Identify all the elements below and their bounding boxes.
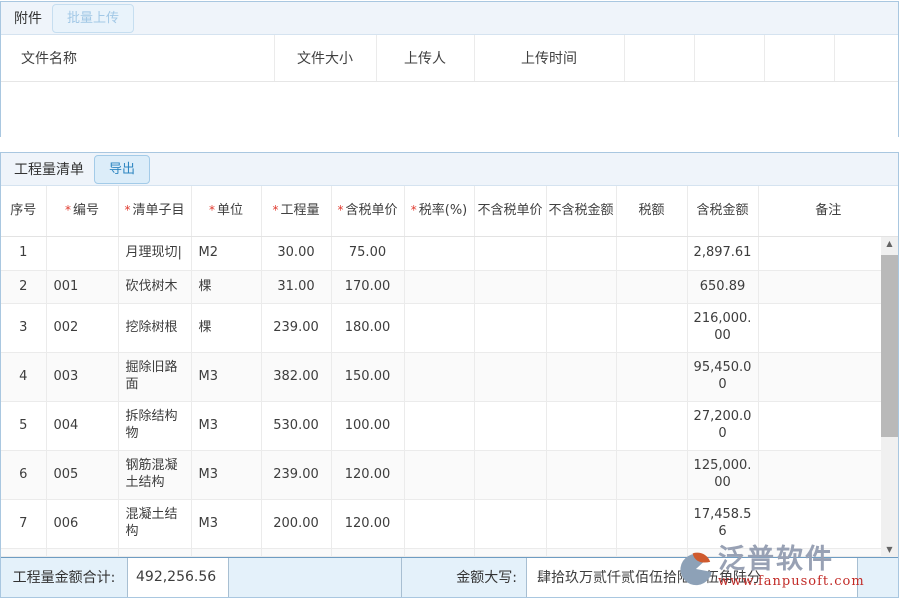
col-seq: 序号 [1, 186, 46, 236]
export-button[interactable]: 导出 [94, 155, 150, 184]
col-empty-4 [834, 35, 898, 81]
table-row[interactable]: 1 月理现切|M2 30.0075.00 2,897.61 [1, 237, 881, 271]
total-amount-value: 492,256.56 [128, 558, 229, 597]
col-uploader: 上传人 [376, 35, 474, 81]
table-row[interactable]: 2001 砍伐树木棵 31.00170.00 650.89 [1, 271, 881, 304]
col-item: *清单子目 [118, 186, 191, 236]
attachments-table: 文件名称 文件大小 上传人 上传时间 [1, 35, 898, 82]
boq-panel: 工程量清单 导出 序号 *编号 *清单子目 *单位 *工程量 *含税单价 *税率… [0, 152, 899, 598]
boq-body: 1 月理现切|M2 30.0075.00 2,897.61 2001 砍伐树木棵… [1, 237, 898, 557]
boq-title: 工程量清单 [14, 159, 84, 179]
footer-spacer [229, 558, 402, 597]
col-qty: *工程量 [261, 186, 331, 236]
col-remark: 备注 [758, 186, 898, 236]
table-row[interactable]: 5004 拆除结构物M3 530.00100.00 27,200.00 [1, 402, 881, 451]
table-row[interactable]: 6005 钢筋混凝土结构M3 239.00120.00 125,000.00 [1, 451, 881, 500]
scrollbar-thumb[interactable] [881, 255, 898, 437]
attachments-title: 附件 [14, 8, 42, 28]
col-amount-no-tax: 不含税金额 [546, 186, 616, 236]
table-row-partial [1, 549, 881, 557]
col-empty-2 [694, 35, 764, 81]
col-price-no-tax: 不含税单价 [474, 186, 546, 236]
col-unit: *单位 [191, 186, 261, 236]
col-tax: 税额 [616, 186, 687, 236]
amount-in-words-label: 金额大写: [402, 558, 527, 597]
required-asterisk: * [209, 203, 215, 217]
col-amount-tax: 含税金额 [687, 186, 758, 236]
attachments-header-row: 文件名称 文件大小 上传人 上传时间 [1, 35, 898, 81]
required-asterisk: * [272, 203, 278, 217]
col-upload-time: 上传时间 [474, 35, 624, 81]
required-asterisk: * [411, 203, 417, 217]
required-asterisk: * [124, 203, 130, 217]
attachments-titlebar: 附件 批量上传 [1, 2, 898, 35]
required-asterisk: * [65, 203, 71, 217]
col-file-name: 文件名称 [1, 35, 274, 81]
col-empty-3 [764, 35, 834, 81]
attachments-empty-body [1, 82, 898, 137]
total-amount-label: 工程量金额合计: [1, 558, 128, 597]
batch-upload-button[interactable]: 批量上传 [52, 4, 134, 33]
col-file-size: 文件大小 [274, 35, 376, 81]
col-empty-1 [624, 35, 694, 81]
col-code: *编号 [46, 186, 118, 236]
page: 附件 批量上传 文件名称 文件大小 上传人 上传时间 工程量清单 [0, 0, 900, 600]
table-row[interactable]: 7006 混凝土结构M3 200.00120.00 17,458.56 [1, 500, 881, 549]
boq-header-row: 序号 *编号 *清单子目 *单位 *工程量 *含税单价 *税率(%) 不含税单价… [1, 186, 898, 236]
vertical-scrollbar[interactable]: ▲ ▼ [881, 237, 898, 557]
footer-spacer [858, 558, 898, 597]
col-price-tax: *含税单价 [331, 186, 404, 236]
boq-header-table: 序号 *编号 *清单子目 *单位 *工程量 *含税单价 *税率(%) 不含税单价… [1, 186, 898, 237]
amount-in-words-value: 肆拾玖万贰仟贰佰伍拾陆元伍角陆分 [527, 558, 858, 597]
boq-footer: 工程量金额合计: 492,256.56 金额大写: 肆拾玖万贰仟贰佰伍拾陆元伍角… [1, 557, 898, 597]
attachments-panel: 附件 批量上传 文件名称 文件大小 上传人 上传时间 [0, 1, 899, 137]
boq-rows-table: 1 月理现切|M2 30.0075.00 2,897.61 2001 砍伐树木棵… [1, 237, 881, 558]
table-row[interactable]: 3002 挖除树根棵 239.00180.00 216,000.00 [1, 304, 881, 353]
scroll-down-icon[interactable]: ▼ [881, 543, 898, 557]
col-tax-rate: *税率(%) [404, 186, 474, 236]
boq-titlebar: 工程量清单 导出 [1, 153, 898, 186]
required-asterisk: * [337, 203, 343, 217]
table-row[interactable]: 4003 掘除旧路面M3 382.00150.00 95,450.00 [1, 353, 881, 402]
scroll-up-icon[interactable]: ▲ [881, 237, 898, 251]
